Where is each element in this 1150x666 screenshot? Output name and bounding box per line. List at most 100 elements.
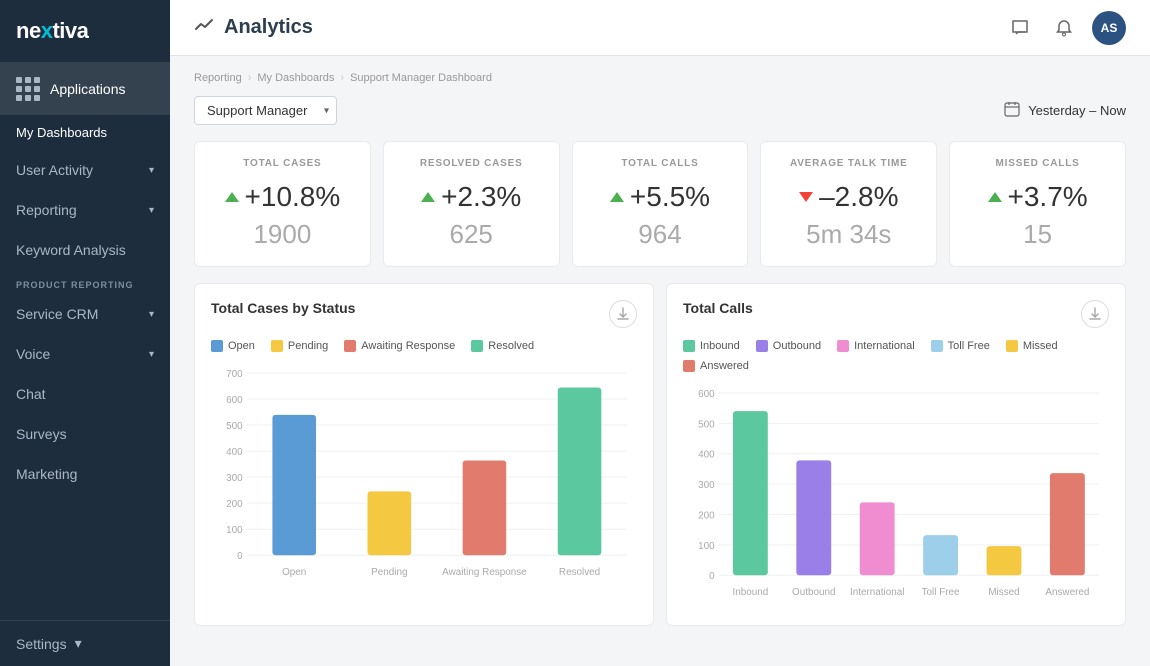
stat-label: TOTAL CASES <box>211 158 354 169</box>
svg-text:100: 100 <box>698 541 715 552</box>
download-btn-calls[interactable] <box>1081 300 1109 328</box>
svg-text:Resolved: Resolved <box>559 567 600 578</box>
stat-label: AVERAGE TALK TIME <box>777 158 920 169</box>
svg-text:700: 700 <box>226 369 243 380</box>
stat-card-total-cases: TOTAL CASES +10.8% 1900 <box>194 141 371 267</box>
dashboard-select-wrapper: Support Manager ▾ <box>194 96 337 125</box>
stat-card-total-calls: TOTAL CALLS +5.5% 964 <box>572 141 749 267</box>
sidebar-item-service-crm[interactable]: Service CRM ▾ <box>0 294 170 334</box>
svg-text:Outbound: Outbound <box>792 587 835 598</box>
arrow-down-icon <box>799 192 813 202</box>
legend-item: Toll Free <box>931 340 990 352</box>
legend-item: Outbound <box>756 340 821 352</box>
svg-text:0: 0 <box>237 551 243 562</box>
notification-icon-btn[interactable] <box>1048 12 1080 44</box>
svg-text:100: 100 <box>226 525 243 536</box>
breadcrumb-support-manager[interactable]: Support Manager Dashboard <box>350 72 492 84</box>
arrow-up-icon <box>988 192 1002 202</box>
chart-cases: Total Cases by Status Open Pending Awaitin… <box>194 283 654 626</box>
svg-text:0: 0 <box>709 571 715 582</box>
stat-label: MISSED CALLS <box>966 158 1109 169</box>
legend-item: Inbound <box>683 340 740 352</box>
stat-pct: –2.8% <box>819 181 898 213</box>
stat-label: TOTAL CALLS <box>589 158 732 169</box>
svg-text:300: 300 <box>698 480 715 491</box>
settings-item[interactable]: Settings ▾ <box>0 620 170 666</box>
stat-pct: +3.7% <box>1008 181 1088 213</box>
stat-value: 625 <box>400 219 543 250</box>
legend-color <box>683 340 695 352</box>
breadcrumb-reporting[interactable]: Reporting <box>194 72 242 84</box>
sidebar-item-keyword-analysis[interactable]: Keyword Analysis <box>0 230 170 270</box>
toolbar: Support Manager ▾ Yesterday – Now <box>194 96 1126 125</box>
legend-label: Pending <box>288 340 328 352</box>
analytics-icon <box>194 15 214 40</box>
dashboard-content: Reporting › My Dashboards › Support Mana… <box>170 56 1150 666</box>
stat-pct: +10.8% <box>245 181 341 213</box>
svg-text:200: 200 <box>226 499 243 510</box>
sidebar-item-marketing[interactable]: Marketing <box>0 454 170 494</box>
legend-color <box>683 360 695 372</box>
legend-label: Inbound <box>700 340 740 352</box>
stat-card-avg-talk-time: AVERAGE TALK TIME –2.8% 5m 34s <box>760 141 937 267</box>
chevron-icon: ▾ <box>75 635 82 652</box>
svg-text:300: 300 <box>226 473 243 484</box>
svg-text:Open: Open <box>282 567 306 578</box>
calendar-icon <box>1004 101 1020 120</box>
sidebar-item-reporting[interactable]: Reporting ▾ <box>0 190 170 230</box>
svg-text:500: 500 <box>226 421 243 432</box>
legend-color <box>931 340 943 352</box>
legend-item: Missed <box>1006 340 1058 352</box>
legend-item: Answered <box>683 360 749 372</box>
legend-color <box>271 340 283 352</box>
svg-text:500: 500 <box>698 419 715 430</box>
chart-title-cases: Total Cases by Status <box>211 300 355 316</box>
download-btn-cases[interactable] <box>609 300 637 328</box>
breadcrumb: Reporting › My Dashboards › Support Mana… <box>194 72 1126 84</box>
chat-icon-btn[interactable] <box>1004 12 1036 44</box>
sidebar-item-applications[interactable]: Applications <box>0 63 170 115</box>
legend-item: Awaiting Response <box>344 340 455 352</box>
legend-label: Missed <box>1023 340 1058 352</box>
breadcrumb-my-dashboards[interactable]: My Dashboards <box>257 72 334 84</box>
sidebar-item-surveys[interactable]: Surveys <box>0 414 170 454</box>
dashboard-select[interactable]: Support Manager <box>194 96 337 125</box>
legend-label: Answered <box>700 360 749 372</box>
svg-text:Awaiting Response: Awaiting Response <box>442 567 527 578</box>
legend-item: International <box>837 340 915 352</box>
sidebar-item-my-dashboards[interactable]: My Dashboards <box>0 115 170 150</box>
chevron-icon: ▾ <box>149 309 154 320</box>
legend-color <box>211 340 223 352</box>
apps-grid-icon <box>16 77 40 101</box>
stat-label: RESOLVED CASES <box>400 158 543 169</box>
stat-pct: +2.3% <box>441 181 521 213</box>
stat-card-missed-calls: MISSED CALLS +3.7% 15 <box>949 141 1126 267</box>
avatar[interactable]: AS <box>1092 11 1126 45</box>
svg-text:600: 600 <box>698 389 715 400</box>
settings-label: Settings <box>16 636 67 652</box>
stat-value: 15 <box>966 219 1109 250</box>
svg-text:400: 400 <box>226 447 243 458</box>
sidebar-item-applications-label: Applications <box>50 81 154 97</box>
chevron-icon: ▾ <box>149 165 154 176</box>
legend-label: Resolved <box>488 340 534 352</box>
sidebar-section-product-reporting: PRODUCT REPORTING <box>0 270 170 294</box>
sidebar-item-voice[interactable]: Voice ▾ <box>0 334 170 374</box>
legend-color <box>837 340 849 352</box>
logo: nextiva <box>0 0 170 63</box>
legend-color <box>1006 340 1018 352</box>
legend-color <box>471 340 483 352</box>
stat-cards: TOTAL CASES +10.8% 1900 RESOLVED CASES +… <box>194 141 1126 267</box>
sidebar-nav: Applications My Dashboards User Activity… <box>0 63 170 620</box>
legend-label: International <box>854 340 915 352</box>
sidebar-item-user-activity[interactable]: User Activity ▾ <box>0 150 170 190</box>
chart-calls: Total Calls InboundOutboundInternational… <box>666 283 1126 626</box>
charts-row: Total Cases by Status Open Pending Awaitin… <box>194 283 1126 626</box>
arrow-up-icon <box>421 192 435 202</box>
sidebar-item-chat[interactable]: Chat <box>0 374 170 414</box>
svg-text:Inbound: Inbound <box>732 587 768 598</box>
stat-value: 5m 34s <box>777 219 920 250</box>
svg-text:200: 200 <box>698 510 715 521</box>
sidebar: nextiva Applications My Dashboards User … <box>0 0 170 666</box>
date-range-picker[interactable]: Yesterday – Now <box>1004 101 1126 120</box>
